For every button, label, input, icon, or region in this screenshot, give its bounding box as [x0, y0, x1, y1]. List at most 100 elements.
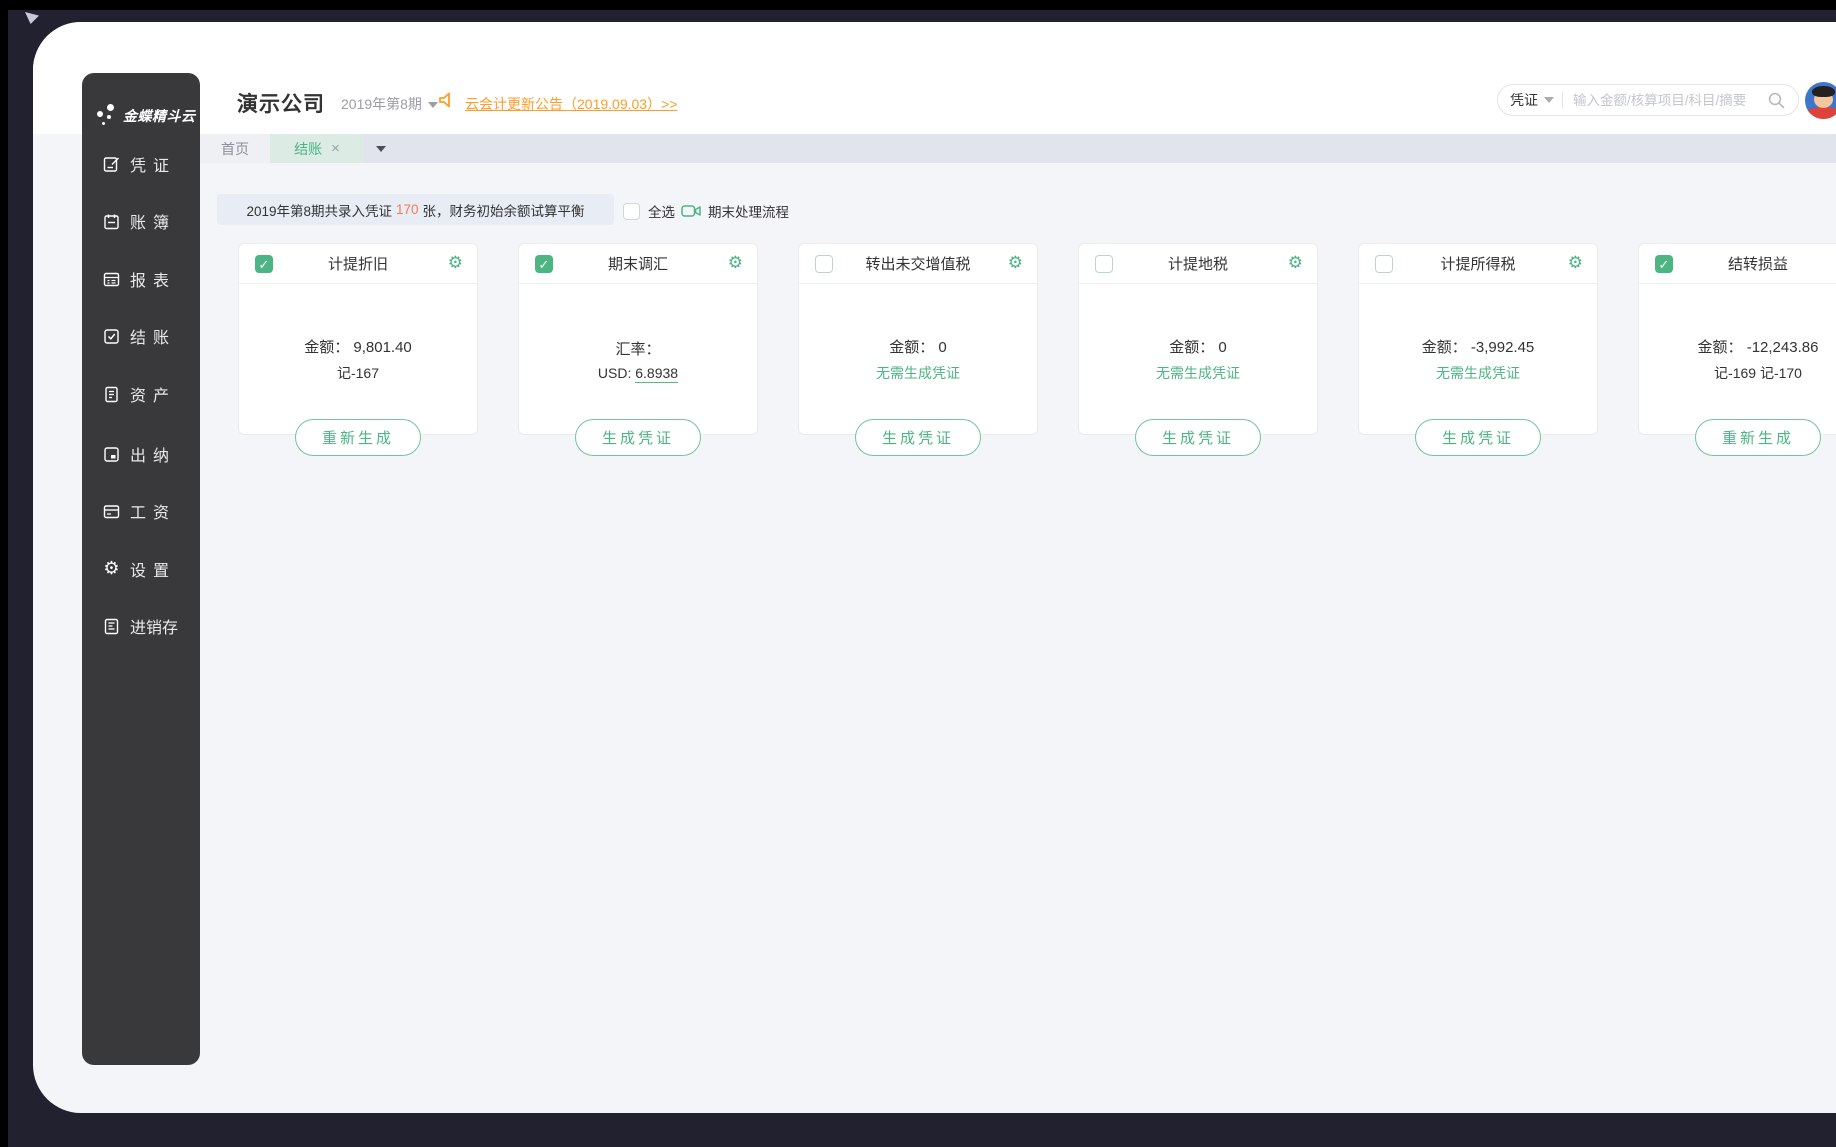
- search-icon[interactable]: [1767, 91, 1786, 110]
- task-card-depreciation: ✓ 计提折旧 ⚙ 金额： 9,801.40 记-167 重新生成: [238, 243, 478, 435]
- search-input[interactable]: [1573, 93, 1767, 108]
- payroll-icon: [102, 502, 121, 521]
- gear-icon: ⚙: [102, 560, 121, 579]
- rate-label: 汇率：: [615, 338, 660, 359]
- card-title: 计提折旧: [328, 253, 388, 274]
- checkbox-unchecked-icon[interactable]: [1095, 255, 1113, 273]
- checkbox-checked-icon[interactable]: ✓: [1655, 255, 1673, 273]
- no-voucher-note: 无需生成凭证: [876, 363, 960, 383]
- amount-text: 金额： 9,801.40: [304, 336, 412, 357]
- select-all-checkbox[interactable]: 全选: [623, 201, 675, 221]
- voucher-icon: [102, 155, 121, 174]
- gear-icon[interactable]: ⚙: [1288, 253, 1303, 273]
- gear-icon[interactable]: ⚙: [1568, 253, 1583, 273]
- video-icon: [681, 203, 701, 219]
- sidebar-item-label: 结账: [130, 324, 176, 348]
- sidebar-item-label: 设置: [130, 557, 176, 581]
- sidebar-item-label: 出纳: [130, 442, 176, 466]
- card-title: 计提所得税: [1440, 253, 1515, 274]
- tab-label: 首页: [221, 139, 249, 159]
- tab-closing[interactable]: 结账 ×: [270, 134, 364, 163]
- rate-value[interactable]: 6.8938: [635, 365, 678, 383]
- no-voucher-note: 无需生成凭证: [1156, 363, 1240, 383]
- regenerate-button[interactable]: 重新生成: [295, 419, 421, 456]
- checkbox-unchecked-icon[interactable]: [1375, 255, 1393, 273]
- card-title: 转出未交增值税: [865, 253, 970, 274]
- tab-bar: 首页 结账 ×: [200, 134, 1836, 163]
- task-card-fx-adjust: ✓ 期末调汇 ⚙ 汇率： USD: 6.8938 生成凭证: [518, 243, 758, 435]
- period-label: 2019年第8期: [341, 96, 422, 112]
- process-flow-label: 期末处理流程: [708, 201, 789, 221]
- process-flow-link[interactable]: 期末处理流程: [681, 201, 789, 221]
- chevron-down-icon: [376, 146, 386, 152]
- amount-text: 金额： 0: [1169, 336, 1227, 357]
- gear-icon[interactable]: ⚙: [1008, 253, 1023, 273]
- sidebar-item-settings[interactable]: ⚙ 设置: [82, 556, 200, 582]
- amount-text: 金额： -12,243.86: [1698, 336, 1819, 357]
- chevron-down-icon[interactable]: [1544, 97, 1554, 103]
- avatar-hair: [1812, 86, 1835, 97]
- sidebar-item-label: 账簿: [130, 209, 176, 233]
- asset-icon: [102, 385, 121, 404]
- gear-icon[interactable]: ⚙: [728, 253, 743, 273]
- announcement-link[interactable]: 云会计更新公告（2019.09.03）>>: [465, 94, 677, 114]
- generate-voucher-button[interactable]: 生成凭证: [855, 419, 981, 456]
- card-title: 计提地税: [1168, 253, 1228, 274]
- checkbox[interactable]: [623, 203, 640, 220]
- generate-voucher-button[interactable]: 生成凭证: [575, 419, 701, 456]
- generate-voucher-button[interactable]: 生成凭证: [1135, 419, 1261, 456]
- tab-home[interactable]: 首页: [200, 134, 270, 163]
- ledger-icon: [102, 212, 121, 231]
- divider: [1562, 92, 1563, 108]
- search-category-select[interactable]: 凭证: [1510, 90, 1538, 110]
- sidebar-item-label: 工资: [130, 499, 176, 523]
- sidebar-item-asset[interactable]: 资产: [82, 381, 200, 407]
- voucher-ref: 记-167: [337, 363, 379, 383]
- task-card-income-tax: 计提所得税 ⚙ 金额： -3,992.45 无需生成凭证 生成凭证: [1358, 243, 1598, 435]
- card-title: 期末调汇: [608, 253, 668, 274]
- regenerate-button[interactable]: 重新生成: [1695, 419, 1821, 456]
- sidebar-item-voucher[interactable]: 凭证: [82, 151, 200, 177]
- tab-label: 结账: [294, 139, 322, 159]
- period-selector[interactable]: 2019年第8期: [341, 94, 438, 114]
- no-voucher-note: 无需生成凭证: [1436, 363, 1520, 383]
- generate-voucher-button[interactable]: 生成凭证: [1415, 419, 1541, 456]
- checkbox-checked-icon[interactable]: ✓: [535, 255, 553, 273]
- card-title: 结转损益: [1728, 253, 1788, 274]
- checkbox-unchecked-icon[interactable]: [815, 255, 833, 273]
- summary-text: 张，财务初始余额试算平衡: [423, 200, 585, 220]
- sidebar: 金蝶精斗云 凭证 账簿 报表 结账 资产 出纳 工资: [82, 73, 200, 1065]
- sidebar-item-ledger[interactable]: 账簿: [82, 208, 200, 234]
- sidebar-item-report[interactable]: 报表: [82, 266, 200, 292]
- select-all-label: 全选: [648, 201, 675, 221]
- task-card-local-tax: 计提地税 ⚙ 金额： 0 无需生成凭证 生成凭证: [1078, 243, 1318, 435]
- top-header: 演示公司 2019年第8期 云会计更新公告（2019.09.03）>> 凭证: [33, 22, 1836, 134]
- period-summary: 2019年第8期共录入凭证 170 张，财务初始余额试算平衡: [217, 194, 614, 225]
- sidebar-item-label: 凭证: [130, 152, 176, 176]
- app-logo: 金蝶精斗云: [95, 103, 196, 129]
- speaker-icon: [437, 90, 457, 115]
- sidebar-item-label: 资产: [130, 382, 176, 406]
- task-card-profit-loss: ✓ 结转损益 ⚙ 金额： -12,243.86 记-169 记-170 重新生成: [1638, 243, 1836, 435]
- sidebar-item-closing[interactable]: 结账: [82, 323, 200, 349]
- closing-icon: [102, 327, 121, 346]
- sidebar-item-label: 报表: [130, 267, 176, 291]
- logo-text: 金蝶精斗云: [123, 106, 196, 126]
- app-window: 演示公司 2019年第8期 云会计更新公告（2019.09.03）>> 凭证: [33, 22, 1836, 1113]
- sidebar-item-payroll[interactable]: 工资: [82, 498, 200, 524]
- gear-icon[interactable]: ⚙: [448, 253, 463, 273]
- task-card-vat-transfer: 转出未交增值税 ⚙ 金额： 0 无需生成凭证 生成凭证: [798, 243, 1038, 435]
- avatar[interactable]: [1805, 82, 1836, 119]
- voucher-count: 170: [396, 202, 419, 217]
- summary-text: 2019年第8期共录入凭证: [246, 200, 392, 220]
- amount-text: 金额： -3,992.45: [1422, 336, 1535, 357]
- tab-list-dropdown[interactable]: [364, 134, 398, 163]
- global-search: 凭证: [1497, 84, 1799, 116]
- logo-dots-icon: [95, 103, 121, 129]
- company-name: 演示公司: [237, 88, 325, 118]
- sidebar-item-inventory[interactable]: 进销存: [82, 613, 200, 639]
- close-icon[interactable]: ×: [331, 141, 340, 156]
- sidebar-item-cashier[interactable]: 出纳: [82, 441, 200, 467]
- currency-label: USD:: [598, 365, 635, 381]
- checkbox-checked-icon[interactable]: ✓: [255, 255, 273, 273]
